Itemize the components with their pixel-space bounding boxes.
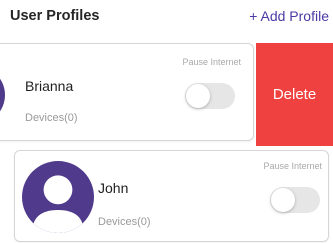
add-profile-button[interactable]: + Add Profile bbox=[249, 8, 329, 24]
profile-card-brianna[interactable]: Brianna Devices(0) Pause Internet bbox=[0, 43, 254, 141]
pause-internet-label: Pause Internet bbox=[263, 161, 322, 171]
toggle-knob bbox=[271, 188, 295, 212]
page-title: User Profiles bbox=[10, 8, 100, 24]
pause-internet-toggle[interactable] bbox=[270, 187, 320, 213]
profile-name: John bbox=[98, 180, 129, 196]
devices-count[interactable]: Devices(0) bbox=[98, 216, 151, 228]
profile-card-john[interactable]: John Devices(0) Pause Internet bbox=[14, 150, 329, 242]
profile-name: Brianna bbox=[25, 78, 74, 94]
user-avatar-icon bbox=[0, 66, 5, 124]
toggle-knob bbox=[186, 84, 210, 108]
devices-count[interactable]: Devices(0) bbox=[25, 112, 78, 124]
user-avatar-icon bbox=[22, 161, 94, 233]
delete-profile-button[interactable]: Delete bbox=[256, 43, 333, 146]
pause-internet-label: Pause Internet bbox=[182, 57, 241, 67]
pause-internet-toggle[interactable] bbox=[185, 83, 235, 109]
